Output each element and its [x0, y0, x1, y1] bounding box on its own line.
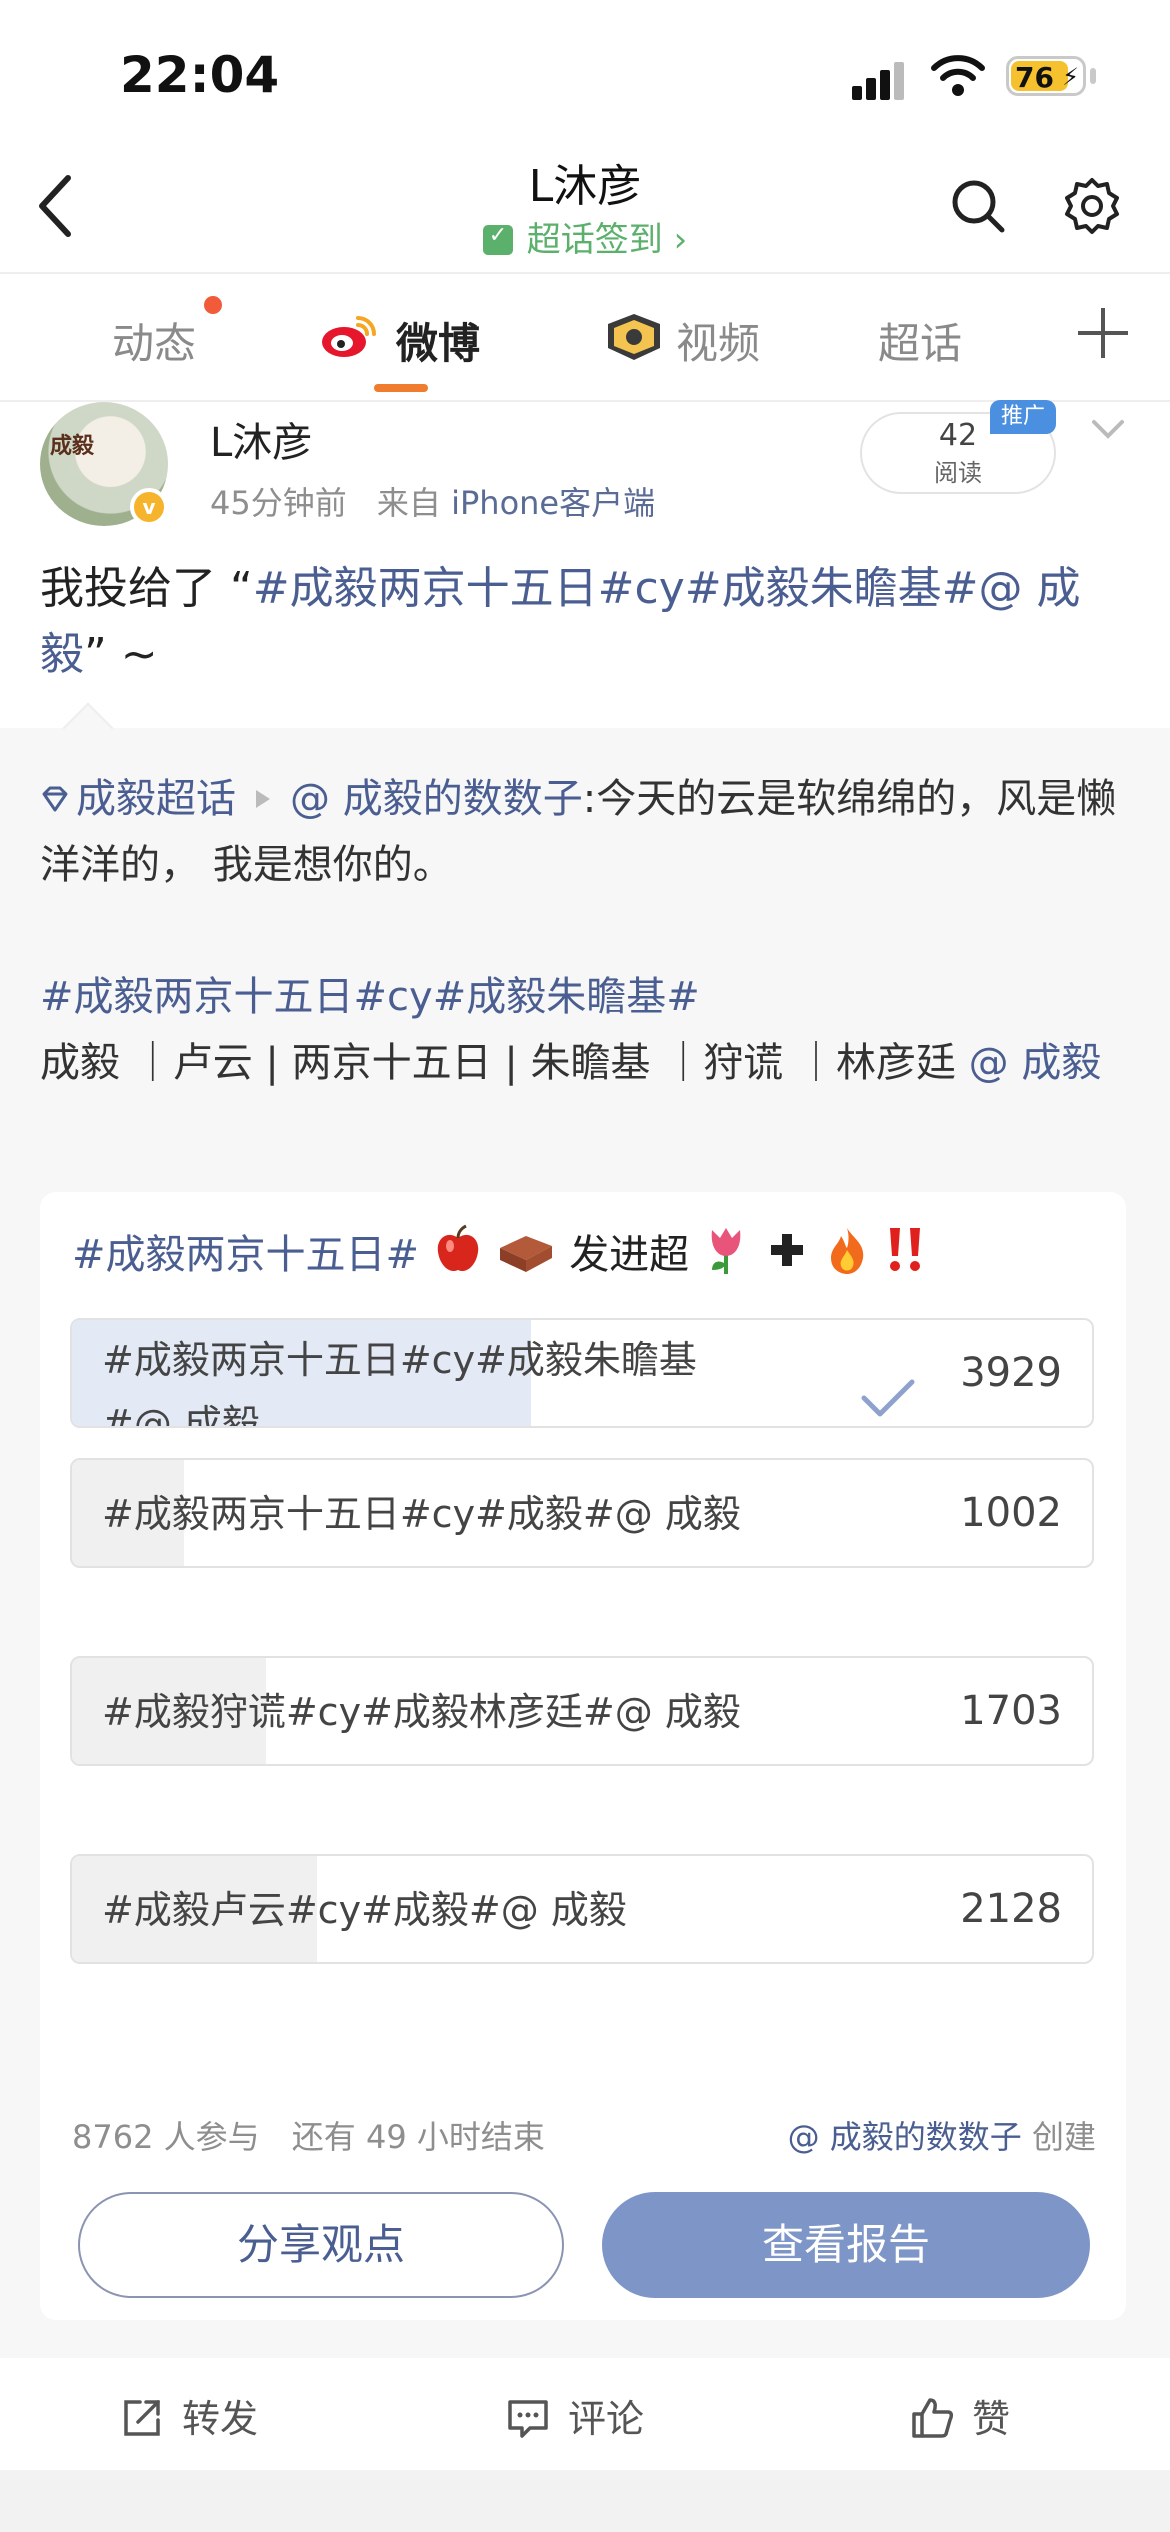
poll-title: #成毅两京十五日# 发进超 — [72, 1222, 928, 1280]
like-button[interactable]: 赞 — [910, 2388, 1010, 2443]
action-bar: 转发 评论 赞 — [0, 2360, 1170, 2470]
search-icon[interactable] — [950, 178, 1006, 234]
fire-icon — [831, 1228, 864, 1274]
author-name[interactable]: L沐彦 — [210, 410, 312, 468]
diamond-icon — [42, 786, 68, 812]
repost-label: 转发 — [182, 2397, 259, 2441]
comment-button[interactable]: 评论 — [506, 2388, 644, 2443]
battery-level: 76 — [1015, 61, 1054, 94]
poll-creator-link[interactable]: @ 成毅的数数子 — [788, 2118, 1022, 2156]
cellular-signal-icon — [852, 60, 906, 100]
post-text-suffix: ” ~ — [84, 629, 158, 680]
view-report-button[interactable]: 查看报告 — [602, 2192, 1090, 2298]
promote-badge[interactable]: 推广 — [990, 400, 1056, 434]
poll-option-votes: 1703 — [960, 1688, 1062, 1734]
poll-title-text: 发进超 — [569, 1232, 690, 1278]
poll-option-votes: 1002 — [960, 1490, 1062, 1536]
avatar-seal: 成毅 — [50, 434, 95, 459]
tulip-icon — [711, 1228, 741, 1274]
repost-tags-line: 成毅 ｜卢云 | 两京十五日 | 朱瞻基 ｜狩谎 ｜林彦廷 — [40, 1040, 969, 1086]
like-label: 赞 — [972, 2397, 1011, 2441]
status-bar: 22:04 76 ⚡ — [0, 0, 1170, 140]
chevron-right-icon: › — [673, 220, 688, 260]
wifi-icon — [931, 55, 985, 96]
share-opinion-button[interactable]: 分享观点 — [78, 2192, 564, 2298]
battery-icon: 76 ⚡ — [1006, 56, 1086, 96]
video-icon — [608, 314, 660, 360]
tab-video[interactable]: 视频 — [676, 310, 760, 371]
checkin-label: 超话签到 — [526, 220, 663, 260]
repost-user-link[interactable]: @ 成毅的数数子 — [290, 776, 583, 822]
supertopic-link[interactable]: 成毅超话 — [76, 776, 236, 822]
tab-supertopic[interactable]: 超话 — [878, 310, 962, 371]
thumbs-up-icon — [912, 2398, 954, 2438]
header-divider — [0, 272, 1170, 274]
poll-creator: @ 成毅的数数子 创建 — [788, 2112, 1096, 2158]
poll-title-hashtag[interactable]: #成毅两京十五日# — [72, 1232, 419, 1278]
poll-option[interactable]: #成毅两京十五日#cy#成毅#@ 成毅 1002 — [70, 1458, 1094, 1568]
notification-dot — [204, 296, 222, 314]
repost-mention-link[interactable]: @ 成毅 — [969, 1040, 1102, 1086]
poll-option-label: #成毅两京十五日#cy#成毅#@ 成毅 — [102, 1492, 741, 1536]
poll-stats: 8762 人参与 还有 49 小时结束 — [72, 2112, 545, 2158]
post-source-prefix: 来自 — [376, 484, 441, 522]
poll-option-label: #成毅狩谎#cy#成毅林彦廷#@ 成毅 — [102, 1690, 741, 1734]
add-tab-icon[interactable] — [1078, 308, 1128, 358]
post-text-prefix: 我投给了 “ — [40, 563, 253, 614]
post-meta: 45分钟前 来自 iPhone客户端 — [210, 478, 655, 524]
weibo-logo-icon — [322, 316, 376, 357]
poll-option[interactable]: #成毅两京十五日#cy#成毅朱瞻基 #@ 成毅 3929 — [70, 1318, 1094, 1428]
poll-remaining: 还有 49 小时结束 — [291, 2118, 545, 2156]
chevron-down-icon[interactable] — [1088, 410, 1128, 450]
poll-option-label-line2: #@ 成毅 — [102, 1402, 260, 1428]
tab-dynamic[interactable]: 动态 — [112, 310, 196, 371]
poll-option[interactable]: #成毅卢云#cy#成毅#@ 成毅 2128 — [70, 1854, 1094, 1964]
battery-cap — [1090, 68, 1096, 84]
comment-icon — [508, 2400, 548, 2438]
poll-option-votes: 2128 — [960, 1886, 1062, 1932]
poll-option-label: #成毅两京十五日#cy#成毅朱瞻基 #@ 成毅 — [102, 1328, 697, 1428]
arrow-right-icon — [256, 790, 270, 808]
poll-option[interactable]: #成毅狩谎#cy#成毅林彦廷#@ 成毅 1703 — [70, 1656, 1094, 1766]
tab-weibo[interactable]: 微博 — [396, 310, 480, 371]
repost-text: 成毅超话 @ 成毅的数数子:今天的云是软绵绵的，风是懒洋洋的， 我是想你的。 #成… — [40, 766, 1130, 1096]
plus-icon — [770, 1234, 803, 1266]
gear-icon[interactable] — [1062, 176, 1122, 236]
brick-icon — [500, 1236, 553, 1272]
check-icon — [861, 1379, 915, 1417]
poll-option-label: #成毅卢云#cy#成毅#@ 成毅 — [102, 1888, 627, 1932]
post-time: 45分钟前 — [210, 484, 347, 522]
poll-participants: 8762 人参与 — [72, 2118, 260, 2156]
status-time: 22:04 — [120, 46, 280, 104]
repost-hashtags[interactable]: #成毅两京十五日#cy#成毅朱瞻基# — [40, 964, 1130, 1030]
charging-icon: ⚡ — [1062, 63, 1079, 91]
double-exclamation-icon — [890, 1228, 921, 1271]
post-text: 我投给了 “#成毅两京十五日#cy#成毅朱瞻基#@ 成毅” ~ — [40, 556, 1130, 688]
verified-badge-icon: v — [130, 488, 168, 526]
apple-icon — [437, 1224, 478, 1272]
comment-label: 评论 — [568, 2397, 645, 2441]
poll-option-votes: 3929 — [960, 1350, 1062, 1396]
read-label: 阅读 — [934, 459, 982, 487]
next-feed-item — [0, 2470, 1170, 2532]
poll-creator-suffix: 创建 — [1031, 2118, 1096, 2156]
calendar-check-icon — [482, 223, 513, 255]
post-source: iPhone客户端 — [451, 484, 656, 522]
poll-option-label-line1: #成毅两京十五日#cy#成毅朱瞻基 — [102, 1338, 697, 1382]
repost-button[interactable]: 转发 — [120, 2388, 258, 2443]
active-tab-indicator — [374, 384, 428, 392]
share-icon — [124, 2400, 160, 2436]
poll-card: #成毅两京十五日# 发进超 #成毅两京十五日#cy#成毅朱瞻基 #@ 成毅 39… — [40, 1192, 1126, 2320]
